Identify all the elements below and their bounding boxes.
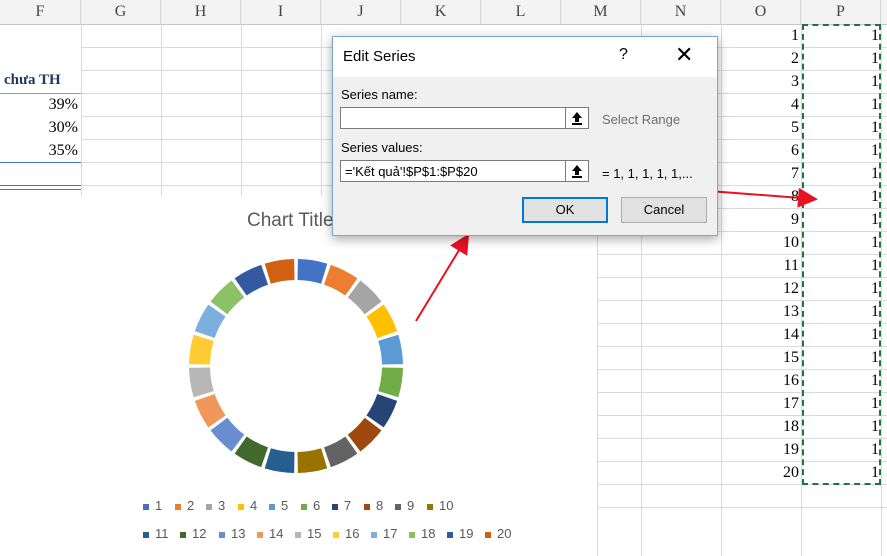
series-name-input[interactable] [340,107,566,129]
series-values-label: Series values: [341,140,423,155]
series-values-range-button[interactable] [565,160,589,182]
series-name-label: Series name: [341,87,418,102]
dialog-title: Edit Series [343,48,416,65]
ok-button[interactable]: OK [522,197,608,223]
arrow-to-dialog [415,233,470,322]
help-icon[interactable]: ? [619,46,628,64]
series-values-preview: = 1, 1, 1, 1, 1,... [602,166,693,181]
series-values-input[interactable]: ='Kết quả'!$P$1:$P$20 [340,160,566,182]
edit-series-dialog[interactable]: Edit Series ? ✕ Series name: Select Rang… [332,36,718,236]
series-name-range-button[interactable] [565,107,589,129]
close-icon[interactable]: ✕ [675,42,693,68]
select-range-hint: Select Range [602,112,681,127]
collapse-dialog-icon [572,165,582,178]
collapse-dialog-icon [572,112,582,125]
cancel-button[interactable]: Cancel [621,197,707,223]
